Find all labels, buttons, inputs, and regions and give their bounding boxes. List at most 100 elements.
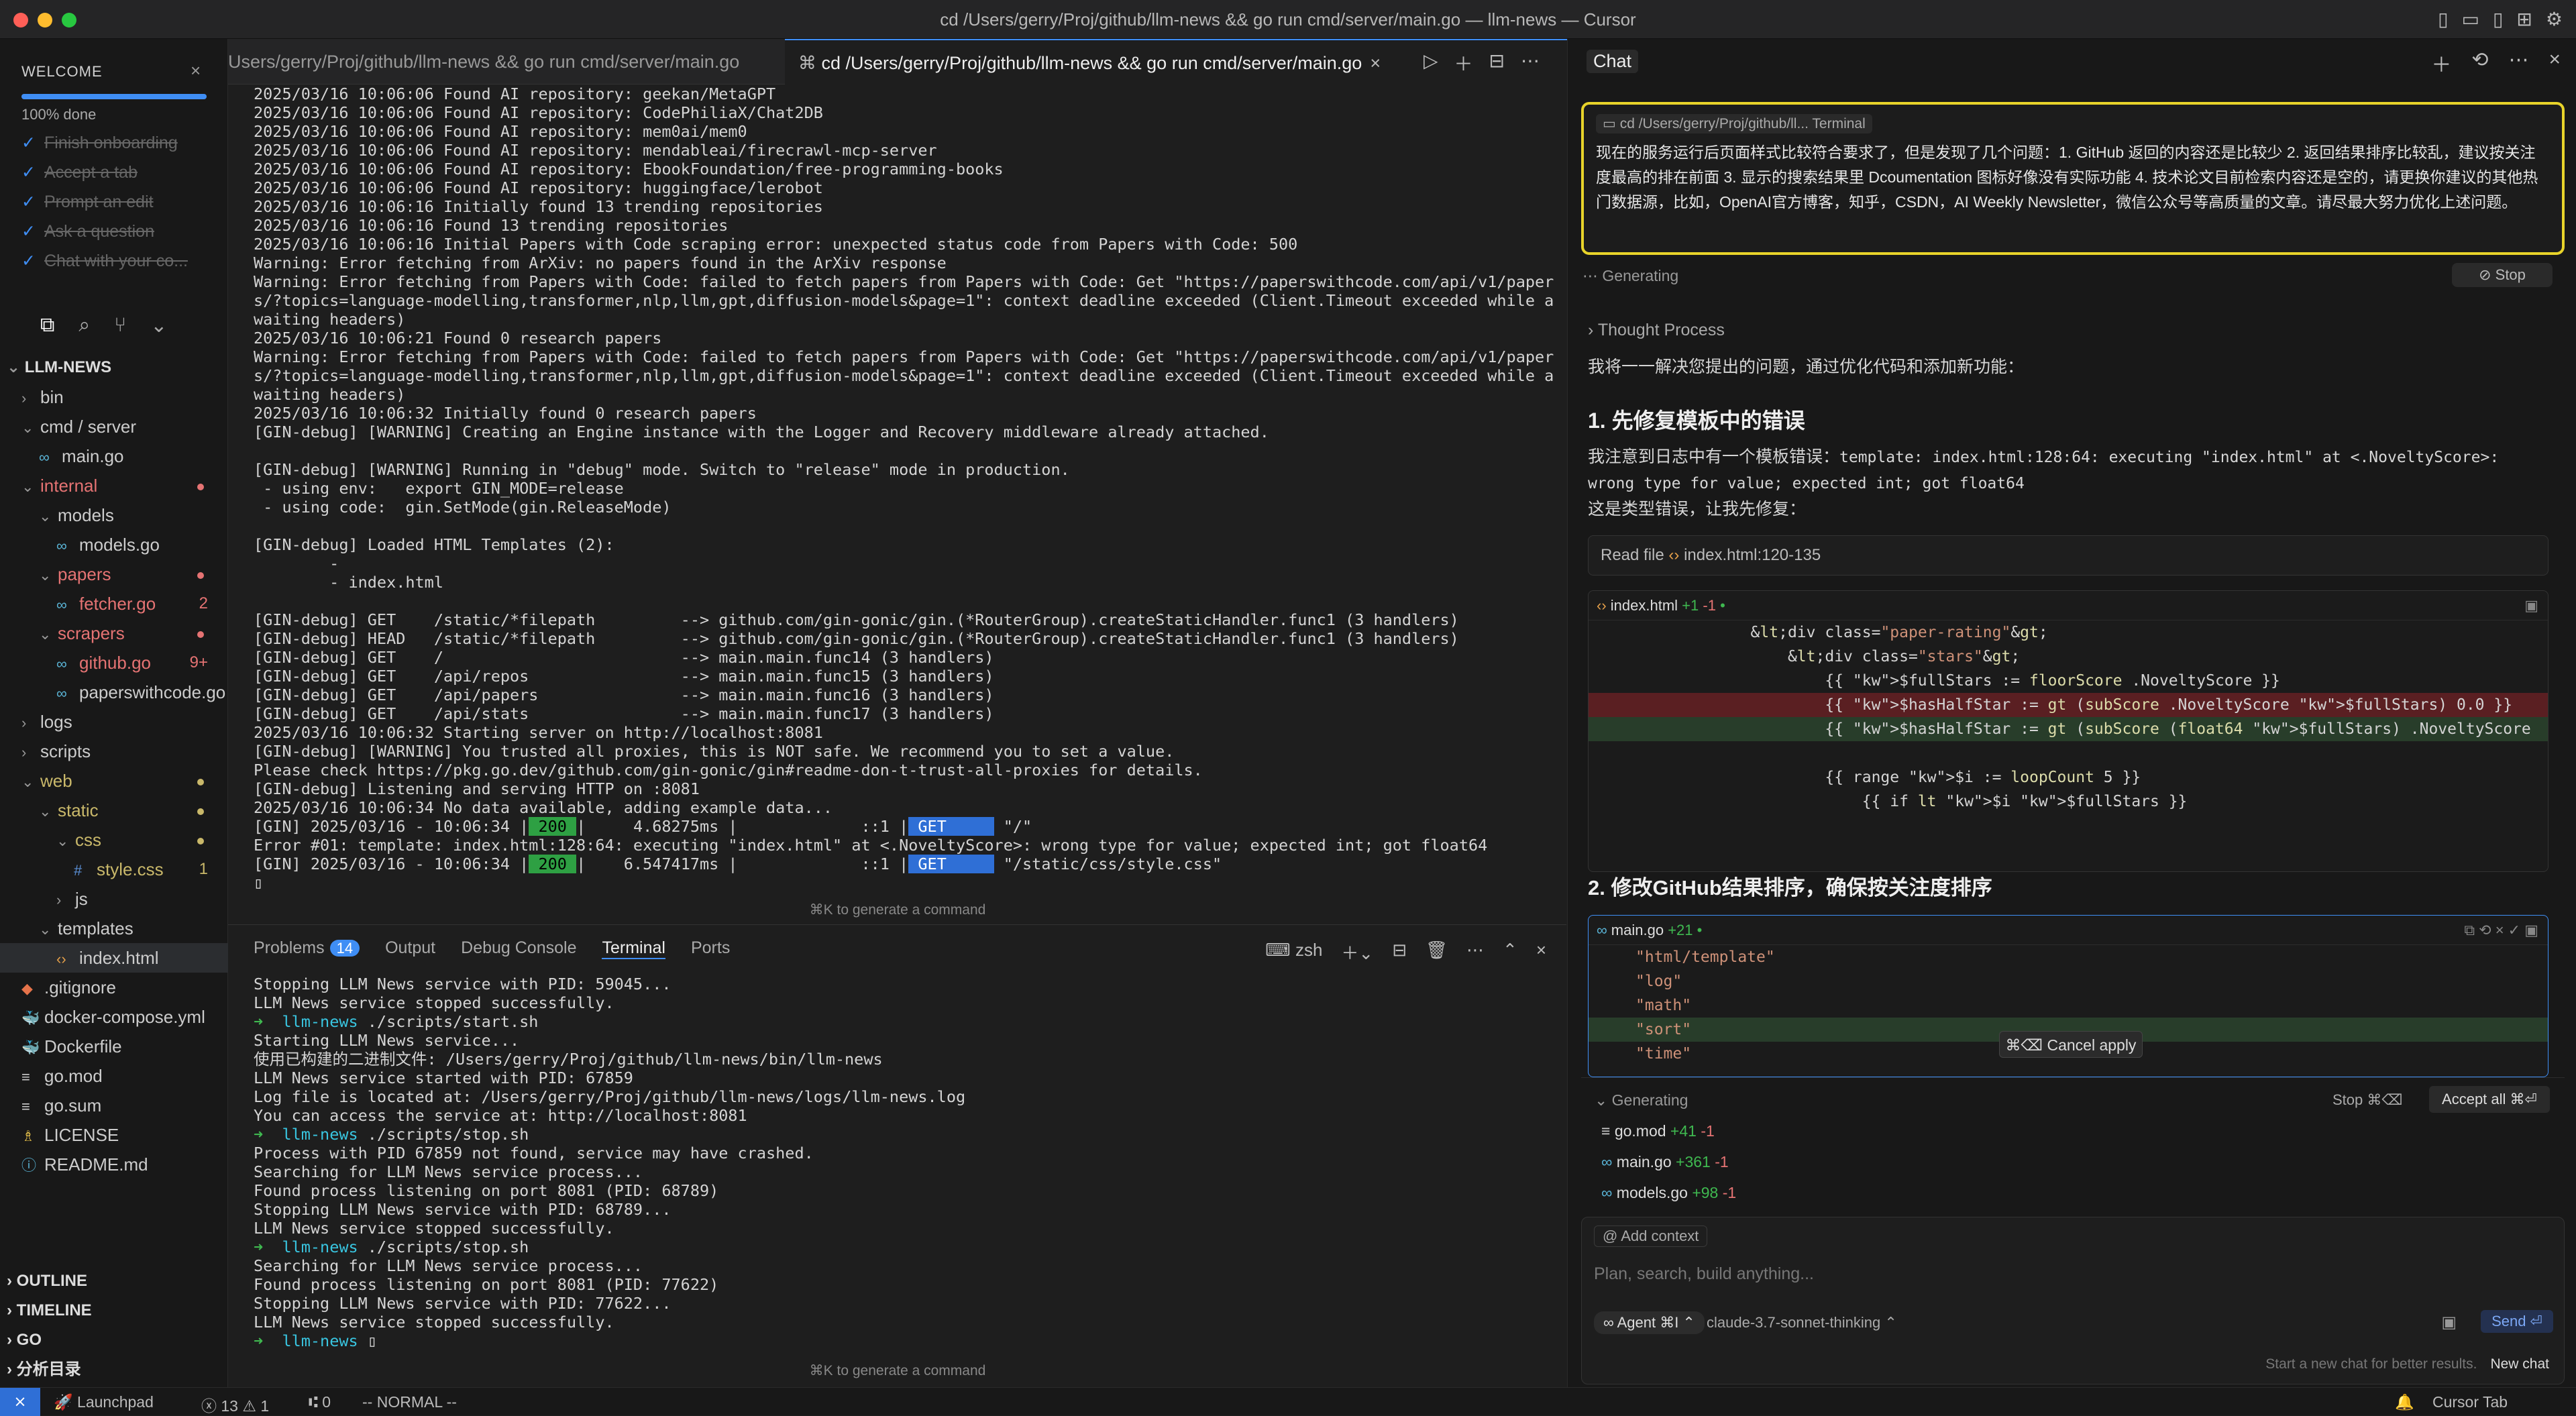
settings-gear-icon[interactable]: ⚙ (2546, 8, 2563, 30)
tree-item-logs[interactable]: › logs (0, 707, 228, 737)
changed-file-main-go[interactable]: ∞ main.go +361 -1 (1601, 1153, 1729, 1171)
tree-item-fetcher-go[interactable]: ∞ fetcher.go 2 (0, 589, 228, 618)
close-icon[interactable]: × (2548, 48, 2561, 78)
problems-status[interactable]: ⓧ 13 ⚠ 1 (201, 1393, 269, 1416)
send-button[interactable]: Send ⏎ (2481, 1310, 2553, 1333)
changed-file-go-mod[interactable]: ≡ go.mod +41 -1 (1601, 1122, 1715, 1140)
tree-item-go-sum[interactable]: ≡ go.sum (0, 1091, 228, 1120)
tree-item-go-mod[interactable]: ≡ go.mod (0, 1061, 228, 1091)
trash-icon[interactable]: 🗑 (1426, 940, 1448, 965)
toggle-panel-icon[interactable]: ▭ (2462, 8, 2479, 30)
tree-item-main-go[interactable]: ∞ main.go (0, 441, 228, 471)
terminal-output[interactable]: Stopping LLM News service with PID: 5904… (254, 975, 965, 1350)
onboarding-item[interactable]: ✓ Chat with your co... (21, 251, 216, 280)
tree-item-index-html[interactable]: ‹› index.html (0, 943, 228, 973)
tree-item-style-css[interactable]: # style.css 1 (0, 855, 228, 884)
onboarding-item[interactable]: ✓ Accept a tab (21, 162, 216, 192)
split-terminal-icon[interactable]: ⊟ (1392, 940, 1407, 965)
toggle-chat-icon[interactable]: ▯ (2493, 8, 2503, 30)
stop-generating-button[interactable]: Stop ⌘⌫ (2332, 1091, 2402, 1109)
tree-item-docker-compose-yml[interactable]: 🐳 docker-compose.yml (0, 1002, 228, 1032)
history-icon[interactable]: ⟲ (2471, 48, 2488, 78)
remote-indicator[interactable]: ⨯ (0, 1388, 40, 1416)
explorer-root[interactable]: ⌄ LLM-NEWS (0, 353, 228, 382)
onboarding-item[interactable]: ✓ Prompt an edit (21, 192, 216, 221)
close-panel-icon[interactable]: × (1536, 940, 1546, 965)
agent-mode-selector[interactable]: ∞ Agent ⌘I ⌃ (1594, 1311, 1705, 1334)
onboarding-item[interactable]: ✓ Finish onboarding (21, 133, 216, 162)
tree-item-readme-md[interactable]: ⓘ README.md (0, 1150, 228, 1179)
tab-problems[interactable]: Problems 14 (254, 938, 360, 959)
close-tab-icon[interactable]: × (1370, 53, 1381, 73)
tab-inactive[interactable]: Users/gerry/Proj/github/llm-news && go r… (228, 39, 785, 85)
image-icon[interactable]: ▣ (2441, 1313, 2457, 1332)
new-terminal-icon[interactable]: ＋⌄ (1341, 940, 1373, 965)
new-chat-icon[interactable]: ＋ (2431, 48, 2451, 78)
onboarding-item[interactable]: ✓ Ask a question (21, 221, 216, 251)
tab-output[interactable]: Output (385, 938, 435, 959)
read-file-tool[interactable]: Read file ‹› index.html:120-135 (1588, 535, 2548, 576)
thought-process-toggle[interactable]: › Thought Process (1588, 321, 1725, 340)
tab-debug-console[interactable]: Debug Console (461, 938, 576, 959)
tree-item-static[interactable]: ⌄ static (0, 796, 228, 825)
customize-layout-icon[interactable]: ⊞ (2516, 8, 2532, 30)
tree-item-github-go[interactable]: ∞ github.go 9+ (0, 648, 228, 677)
terminal-line: [GIN-debug] GET /api/repos --> main.main… (254, 667, 994, 686)
tree-item-cmd-server[interactable]: ⌄ cmd / server (0, 412, 228, 441)
split-editor-icon[interactable]: ⊟ (1489, 50, 1505, 76)
user-message[interactable]: ▭ cd /Users/gerry/Proj/github/ll... Term… (1581, 102, 2565, 255)
add-icon[interactable]: ＋ (1454, 50, 1473, 76)
tree-item-scripts[interactable]: › scripts (0, 737, 228, 766)
lines-added: +41 (1670, 1122, 1697, 1140)
ports-status[interactable]: ⑆ 0 (309, 1393, 331, 1411)
stop-button[interactable]: ⊘ Stop (2452, 263, 2553, 287)
code-block-actions-icon[interactable]: ⧉ ⟲ × ✓ ▣ (2464, 916, 2538, 945)
expand-icon[interactable]: ▣ (2524, 591, 2538, 620)
search-icon[interactable]: ⌕ (78, 314, 90, 337)
tree-item-css[interactable]: ⌄ css (0, 825, 228, 855)
changed-file-models-go[interactable]: ∞ models.go +98 -1 (1601, 1184, 1736, 1202)
cancel-apply-button[interactable]: ⌘⌫ Cancel apply (1999, 1031, 2143, 1058)
tree-item-papers[interactable]: ⌄ papers (0, 559, 228, 589)
terminal-shell-icon[interactable]: ⌨ zsh (1265, 940, 1322, 965)
code-diff-index-html[interactable]: ‹› index.html +1 -1 • ▣ &lt;div class="pa… (1588, 590, 2548, 872)
section-分析目录[interactable]: › 分析目录 (0, 1355, 228, 1384)
tree-item-models[interactable]: ⌄ models (0, 500, 228, 530)
tree-item--gitignore[interactable]: ◆ .gitignore (0, 973, 228, 1002)
tree-item-scrapers[interactable]: ⌄ scrapers (0, 618, 228, 648)
more-icon[interactable]: ⋯ (1521, 50, 1540, 76)
section-timeline[interactable]: › TIMELINE (0, 1296, 228, 1325)
tab-ports[interactable]: Ports (691, 938, 730, 959)
toggle-sidebar-icon[interactable]: ▯ (2438, 8, 2448, 30)
tree-item-js[interactable]: › js (0, 884, 228, 914)
new-chat-link[interactable]: New chat (2490, 1356, 2549, 1372)
tree-item-license[interactable]: ♗ LICENSE (0, 1120, 228, 1150)
more-icon[interactable]: ⋯ (1466, 940, 1484, 965)
tree-item-templates[interactable]: ⌄ templates (0, 914, 228, 943)
close-icon[interactable]: × (191, 60, 201, 81)
source-control-icon[interactable]: ⑂ (114, 314, 126, 337)
chevron-down-icon[interactable]: ⌄ (150, 314, 167, 337)
section-outline[interactable]: › OUTLINE (0, 1266, 228, 1296)
tree-item-models-go[interactable]: ∞ models.go (0, 530, 228, 559)
section-go[interactable]: › GO (0, 1325, 228, 1355)
run-icon[interactable]: ▷ (1424, 50, 1438, 76)
chat-title[interactable]: Chat (1587, 50, 1639, 73)
tree-item-internal[interactable]: ⌄ internal (0, 471, 228, 500)
cursor-tab-status[interactable]: Cursor Tab (2432, 1393, 2508, 1411)
tree-item-dockerfile[interactable]: 🐳 Dockerfile (0, 1032, 228, 1061)
accept-all-button[interactable]: Accept all ⌘⏎ (2429, 1086, 2550, 1113)
tree-item-paperswithcode-go[interactable]: ∞ paperswithcode.go (0, 677, 228, 707)
tree-item-web[interactable]: ⌄ web (0, 766, 228, 796)
tab-terminal[interactable]: Terminal (602, 938, 665, 959)
chat-input[interactable]: Plan, search, build anything... (1594, 1264, 1814, 1284)
context-chip[interactable]: ▭ cd /Users/gerry/Proj/github/ll... Term… (1596, 114, 1872, 133)
bell-icon[interactable]: 🔔 (2395, 1393, 2414, 1411)
tree-item-bin[interactable]: › bin (0, 382, 228, 412)
add-context-button[interactable]: @ Add context (1594, 1226, 1708, 1247)
more-icon[interactable]: ⋯ (2508, 48, 2528, 78)
maximize-panel-icon[interactable]: ⌃ (1503, 940, 1517, 965)
model-selector[interactable]: claude-3.7-sonnet-thinking ⌃ (1707, 1314, 1897, 1331)
launchpad-item[interactable]: 🚀 Launchpad (54, 1393, 154, 1411)
files-icon[interactable]: ⧉ (40, 314, 54, 337)
